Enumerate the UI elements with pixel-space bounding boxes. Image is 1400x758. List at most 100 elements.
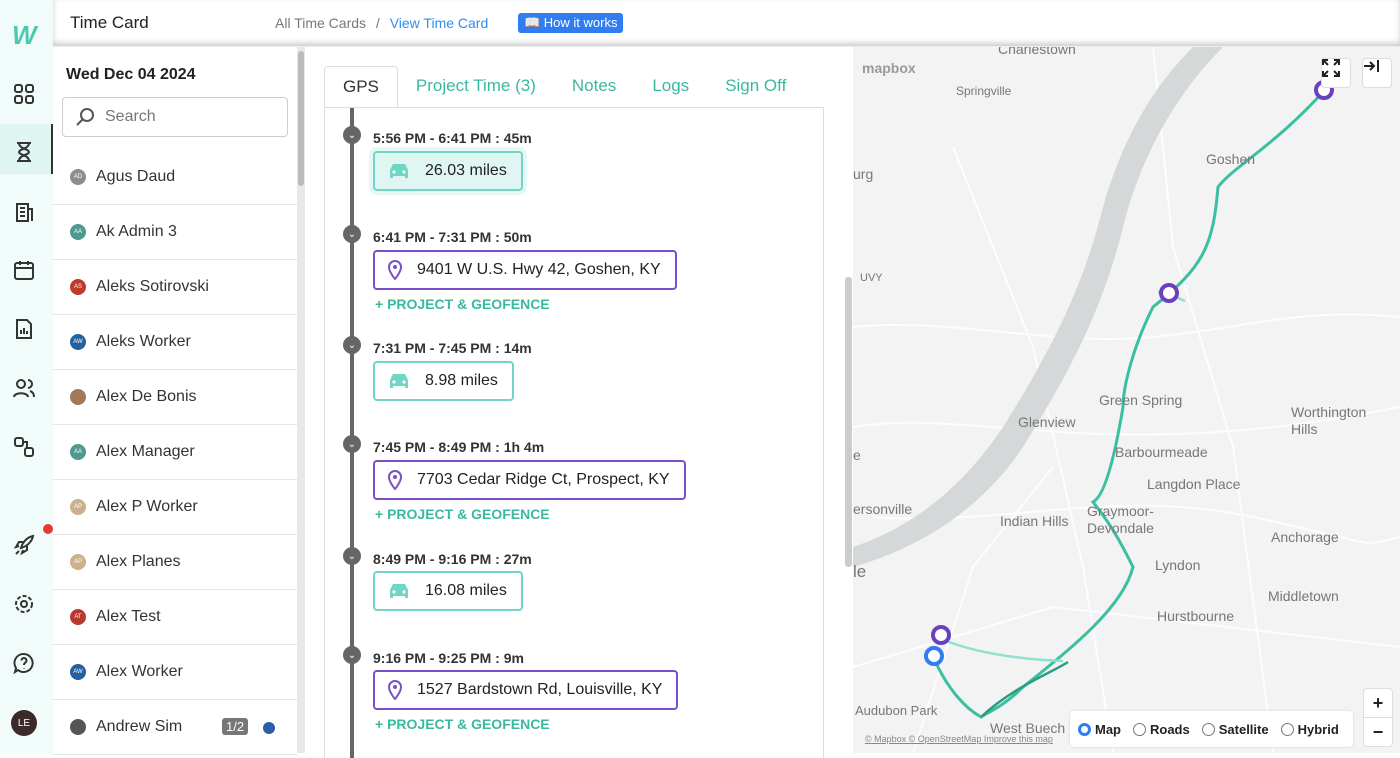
calendar-icon[interactable] bbox=[11, 257, 37, 283]
map-label: Barbourmeade bbox=[1115, 444, 1208, 460]
layer-option-roads[interactable]: Roads bbox=[1133, 722, 1190, 737]
zoom-in-button[interactable]: + bbox=[1363, 688, 1393, 718]
map-label: ersonville bbox=[853, 501, 912, 517]
help-icon[interactable] bbox=[11, 650, 37, 676]
fullscreen-button[interactable] bbox=[1321, 58, 1351, 88]
radio-button[interactable] bbox=[1202, 723, 1215, 736]
map-label: Glenview bbox=[1018, 414, 1076, 430]
map-label: Lyndon bbox=[1155, 557, 1200, 573]
employee-row[interactable]: AWAleks Worker bbox=[53, 315, 297, 370]
employee-row[interactable]: Alex De Bonis bbox=[53, 370, 297, 425]
breadcrumb-all-time-cards[interactable]: All Time Cards bbox=[275, 15, 366, 31]
employee-avatar bbox=[70, 389, 86, 405]
user-avatar[interactable]: LE bbox=[11, 710, 37, 736]
breadcrumb: All Time Cards / View Time Card bbox=[275, 15, 488, 31]
layer-label: Map bbox=[1095, 722, 1121, 737]
users-icon[interactable] bbox=[11, 375, 37, 401]
fullscreen-icon bbox=[1322, 59, 1340, 77]
employee-avatar: AD bbox=[70, 169, 86, 185]
tab-gps[interactable]: GPS bbox=[324, 66, 398, 107]
collapse-right-icon bbox=[1363, 59, 1379, 73]
radio-button[interactable] bbox=[1078, 723, 1091, 736]
drive-segment[interactable]: 26.03 miles bbox=[373, 151, 523, 191]
chevron-down-icon[interactable]: ⌄ bbox=[343, 547, 361, 565]
employee-row[interactable]: APAlex P Worker bbox=[53, 480, 297, 535]
mapbox-logo: mapbox bbox=[862, 60, 916, 76]
layer-option-satellite[interactable]: Satellite bbox=[1202, 722, 1269, 737]
employee-row[interactable]: Andrew Sim1/2 bbox=[53, 700, 297, 755]
employee-avatar: AT bbox=[70, 609, 86, 625]
location-pin-icon bbox=[387, 470, 403, 490]
chevron-down-icon[interactable]: ⌄ bbox=[343, 646, 361, 664]
gps-timeline: ⌄ 5:56 PM - 6:41 PM : 45m 26.03 miles ⌄ … bbox=[324, 108, 824, 758]
location-stop[interactable]: 9401 W U.S. Hwy 42, Goshen, KY bbox=[373, 250, 677, 290]
map-label: Worthington Hills bbox=[1291, 404, 1391, 438]
zoom-out-button[interactable]: − bbox=[1363, 717, 1393, 747]
app-logo[interactable]: W bbox=[12, 20, 37, 51]
employee-row[interactable]: AAAk Admin 3 bbox=[53, 205, 297, 260]
segment-time: 5:56 PM - 6:41 PM : 45m bbox=[373, 130, 532, 146]
list-scrollbar[interactable] bbox=[297, 47, 305, 753]
chevron-down-icon[interactable]: ⌄ bbox=[343, 435, 361, 453]
segment-time: 7:31 PM - 7:45 PM : 14m bbox=[373, 340, 532, 356]
map-label: urg bbox=[853, 166, 873, 182]
employee-list: Wed Dec 04 2024 Search ADAgus DaudAAAk A… bbox=[53, 47, 297, 753]
gear-icon[interactable] bbox=[11, 591, 37, 617]
layer-label: Satellite bbox=[1219, 722, 1269, 737]
layer-option-hybrid[interactable]: Hybrid bbox=[1281, 722, 1339, 737]
employee-name: Aleks Sotirovski bbox=[96, 278, 209, 296]
panel-scrollbar[interactable] bbox=[845, 277, 852, 567]
map-attribution[interactable]: © Mapbox © OpenStreetMap Improve this ma… bbox=[865, 734, 1053, 744]
employee-row[interactable]: APAlex Planes bbox=[53, 535, 297, 590]
dashboard-icon[interactable] bbox=[11, 81, 37, 107]
add-project-geofence-link[interactable]: + PROJECT & GEOFENCE bbox=[375, 296, 550, 312]
chevron-down-icon[interactable]: ⌄ bbox=[343, 126, 361, 144]
employee-row[interactable]: ASAleks Sotirovski bbox=[53, 260, 297, 315]
map-label: Charlestown bbox=[998, 47, 1076, 57]
map-label: Audubon Park bbox=[855, 703, 937, 718]
employee-row[interactable]: AW Alex Worker bbox=[53, 645, 297, 700]
employee-name: Aleks Worker bbox=[96, 333, 191, 351]
header: Time Card All Time Cards / View Time Car… bbox=[53, 0, 1400, 47]
radio-button[interactable] bbox=[1281, 723, 1294, 736]
company-icon[interactable] bbox=[11, 199, 37, 225]
segment-time: 8:49 PM - 9:16 PM : 27m bbox=[373, 551, 532, 567]
car-icon bbox=[387, 371, 411, 391]
timecard-icon[interactable] bbox=[11, 139, 37, 165]
radio-button[interactable] bbox=[1133, 723, 1146, 736]
map-label: le bbox=[853, 562, 866, 582]
tab-project-time[interactable]: Project Time (3) bbox=[398, 66, 554, 107]
tab-logs[interactable]: Logs bbox=[634, 66, 707, 107]
rocket-icon[interactable] bbox=[11, 532, 37, 558]
drive-segment[interactable]: 8.98 miles bbox=[373, 361, 514, 401]
employee-name: Ak Admin 3 bbox=[96, 223, 177, 241]
tab-notes[interactable]: Notes bbox=[554, 66, 634, 107]
employee-row[interactable]: AAAlex Manager bbox=[53, 425, 297, 480]
reports-icon[interactable] bbox=[11, 316, 37, 342]
layer-option-map[interactable]: Map bbox=[1078, 722, 1121, 737]
segment-label: 26.03 miles bbox=[425, 162, 507, 180]
add-project-geofence-link[interactable]: + PROJECT & GEOFENCE bbox=[375, 506, 550, 522]
tab-sign-off[interactable]: Sign Off bbox=[707, 66, 804, 107]
search-input[interactable]: Search bbox=[62, 97, 288, 137]
notification-dot bbox=[43, 524, 53, 534]
add-project-geofence-link[interactable]: + PROJECT & GEOFENCE bbox=[375, 716, 550, 732]
employee-row[interactable]: ADAgus Daud bbox=[53, 150, 297, 205]
map[interactable]: mapbox Charlestown Springville Goshen ur… bbox=[853, 47, 1400, 753]
search-placeholder: Search bbox=[105, 108, 156, 126]
segment-label: 1527 Bardstown Rd, Louisville, KY bbox=[417, 681, 662, 699]
employee-avatar: AW bbox=[70, 664, 86, 680]
chevron-down-icon[interactable]: ⌄ bbox=[343, 225, 361, 243]
breadcrumb-view-time-card[interactable]: View Time Card bbox=[390, 15, 489, 31]
collapse-map-button[interactable] bbox=[1362, 58, 1392, 88]
location-stop[interactable]: 7703 Cedar Ridge Ct, Prospect, KY bbox=[373, 460, 686, 500]
employee-row[interactable]: ATAlex Test bbox=[53, 590, 297, 645]
drive-segment[interactable]: 16.08 miles bbox=[373, 571, 523, 611]
map-label: Hurstbourne bbox=[1157, 608, 1234, 624]
integrations-icon[interactable] bbox=[11, 434, 37, 460]
map-label: e bbox=[853, 447, 861, 463]
location-stop[interactable]: 1527 Bardstown Rd, Louisville, KY bbox=[373, 670, 678, 710]
chevron-down-icon[interactable]: ⌄ bbox=[343, 336, 361, 354]
how-it-works-button[interactable]: 📖 How it works bbox=[518, 13, 623, 33]
employee-name: Alex Worker bbox=[96, 663, 183, 681]
